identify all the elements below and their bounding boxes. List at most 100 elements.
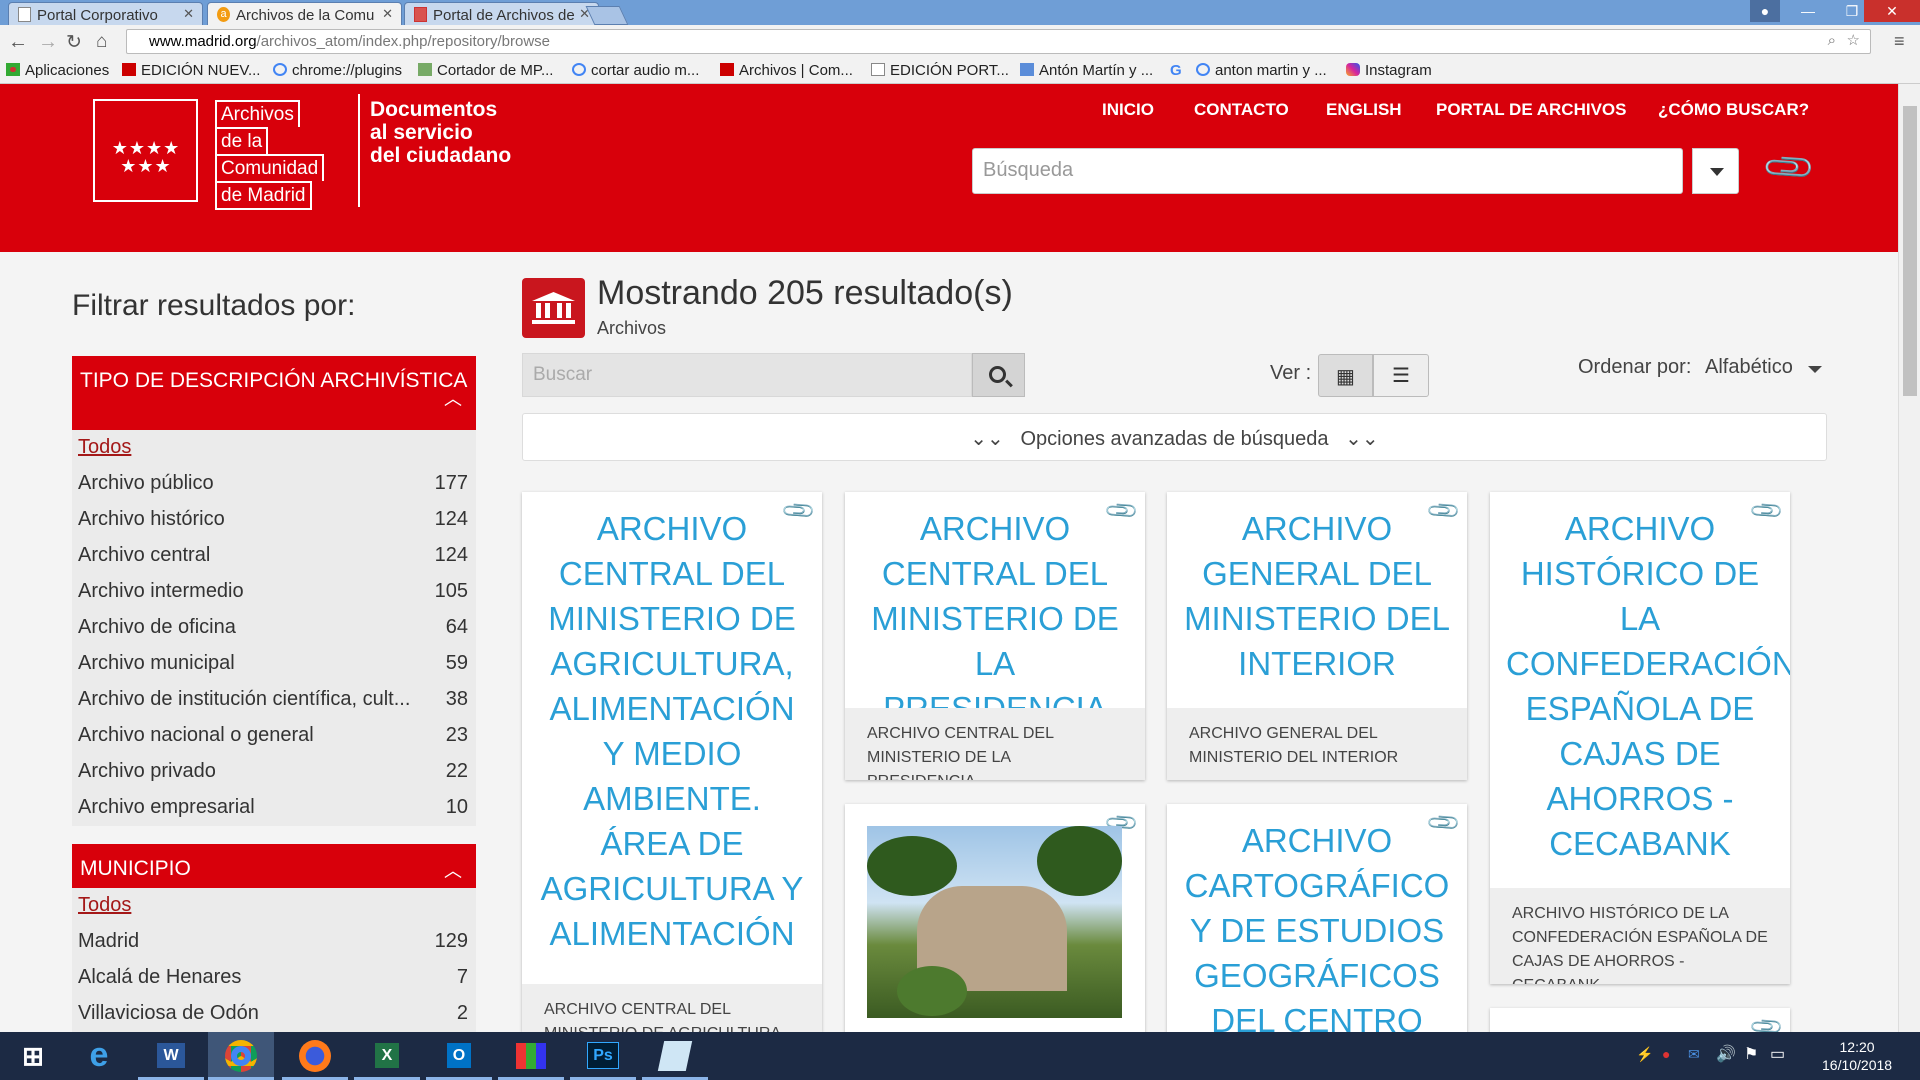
facet-heading[interactable]: TIPO DE DESCRIPCIÓN ARCHIVÍSTICA ︿ [72,356,476,430]
facet-item[interactable]: Archivo público 177 [72,466,476,502]
network-icon[interactable]: ⚡ [1636,1046,1653,1063]
zoom-icon[interactable]: ⌕ [1828,32,1836,49]
scissors-icon [418,63,432,76]
facet-item[interactable]: Archivo intermedio 105 [72,574,476,610]
security-icon[interactable]: ● [1662,1046,1670,1062]
card-title[interactable]: ARCHIVO HISTÓRICO DE LA CONFEDERACIÓN ES… [1490,492,1790,866]
star-icon[interactable]: ☆ [1847,31,1860,49]
card-title[interactable]: ARCHIVO CARTOGRÁFICO Y DE ESTUDIOS GEOGR… [1167,804,1467,1032]
facet-item[interactable]: Alcalá de Henares 7 [72,960,476,996]
flag-icon[interactable]: ⚑ [1744,1044,1758,1064]
nav-como-buscar[interactable]: ¿CÓMO BUSCAR? [1658,100,1809,120]
red-favicon-icon [720,63,734,76]
close-icon[interactable]: ✕ [382,6,393,22]
internet-explorer-icon[interactable]: e [66,1032,132,1080]
repository-card[interactable]: 📎 ARCHIVO CARTOGRÁFICO Y DE ESTUDIOS GEO… [1167,804,1467,1032]
bookmark-chrome-plugins[interactable]: chrome://plugins [273,62,402,79]
archivos-logo[interactable]: Archivos de la Comunidad de Madrid [215,100,334,210]
scrollbar-thumb[interactable] [1903,106,1917,396]
google-bookmark-icon[interactable]: G [1170,62,1182,79]
url-input[interactable]: www.madrid.org/archivos_atom/index.php/r… [126,29,1871,54]
photoshop-icon[interactable]: Ps [570,1032,636,1080]
facet-all-link[interactable]: Todos [72,430,476,466]
system-clock[interactable]: 12:20 16/10/2018 [1822,1038,1892,1074]
logo-line: Archivos [215,100,300,127]
header-search-input[interactable]: Búsqueda [972,148,1683,194]
outlook-icon[interactable]: O [426,1032,492,1080]
facet-heading[interactable]: MUNICIPIO ︿ [72,844,476,888]
excel-icon[interactable]: X [354,1032,420,1080]
browse-search-input[interactable]: Buscar [522,353,972,397]
sort-dropdown[interactable]: Alfabético [1705,356,1793,379]
minimize-button[interactable]: — [1786,0,1830,22]
page-scrollbar[interactable] [1898,84,1920,1032]
bookmark-favicon-icon [1020,63,1034,76]
repository-card[interactable]: 📎 ARCHIVO GENERAL DEL MINISTERIO DEL INT… [1167,492,1467,780]
bookmark-cortar-audio[interactable]: cortar audio m... [572,62,699,79]
repository-card[interactable]: 📎 ARCHIVO HISTÓRICO DE LA CONFEDERACIÓN … [1490,492,1790,984]
comunidad-madrid-logo[interactable]: ★★★★ ★★★ [93,99,198,202]
facet-item[interactable]: Villaviciosa de Odón 2 [72,996,476,1032]
home-icon[interactable]: ⌂ [96,31,107,53]
app-blocks-icon[interactable] [498,1032,564,1080]
windows-start-icon[interactable]: ⊞ [0,1032,66,1080]
nav-contacto[interactable]: CONTACTO [1194,100,1289,120]
facet-item[interactable]: Madrid 129 [72,924,476,960]
tab-portal-corporativo[interactable]: Portal Corporativo ✕ [8,2,203,25]
card-title[interactable]: ARCHIVO CENTRAL DEL MINISTERIO DE AGRICU… [522,492,822,956]
facet-item[interactable]: Archivo nacional o general 23 [72,718,476,754]
nav-english[interactable]: ENGLISH [1326,100,1402,120]
facet-item[interactable]: Archivo central 124 [72,538,476,574]
card-title[interactable]: ARCHIVO GENERAL DEL MINISTERIO DEL INTER… [1167,492,1467,686]
bookmark-anton-martin-1[interactable]: Antón Martín y ... [1020,62,1153,79]
facet-item[interactable]: Archivo de oficina 64 [72,610,476,646]
close-window-button[interactable]: ✕ [1864,0,1920,22]
paperclip-icon[interactable]: 📎 [1747,1008,1785,1032]
paperclip-icon[interactable]: 📎 [1760,139,1818,197]
facet-all-link[interactable]: Todos [72,888,476,924]
search-dropdown-button[interactable] [1692,148,1739,194]
outlook-tray-icon[interactable]: ✉ [1688,1046,1700,1063]
repository-card[interactable]: 📎 ARCHIVO CENTRAL DEL MINISTERIO DE LA P… [845,492,1145,780]
repository-card[interactable]: 📎 ARCHIVO CENTRAL DEL MINISTERIO DE AGRI… [522,492,822,1032]
advanced-search-toggle[interactable]: ⌄⌄ Opciones avanzadas de búsqueda ⌄⌄ [522,413,1827,461]
volume-icon[interactable]: 🔊 [1716,1044,1736,1064]
bookmark-edicion-nueva[interactable]: EDICIÓN NUEV... [122,62,260,79]
search-button[interactable] [972,353,1025,397]
menu-icon[interactable]: ≡ [1894,31,1905,52]
nav-inicio[interactable]: INICIO [1102,100,1154,120]
nav-portal-archivos[interactable]: PORTAL DE ARCHIVOS [1436,100,1626,120]
forward-icon[interactable]: → [38,31,58,54]
repository-card[interactable]: 📎 [1490,1008,1790,1032]
caret-down-icon[interactable] [1808,366,1822,373]
card-view-button[interactable]: ▦ [1318,354,1373,397]
chevron-up-icon: ︿ [444,861,462,881]
facet-item[interactable]: Archivo de institución científica, cult.… [72,682,476,718]
facet-item[interactable]: Archivo privado 22 [72,754,476,790]
facet-item[interactable]: Archivo municipal 59 [72,646,476,682]
user-icon[interactable]: ● [1750,0,1780,22]
card-title[interactable]: ARCHIVO CENTRAL DEL MINISTERIO DE LA PRE… [845,492,1145,731]
bookmark-apps[interactable]: Aplicaciones [6,62,109,79]
table-view-button[interactable]: ☰ [1373,354,1429,397]
bookmark-cortador[interactable]: Cortador de MP... [418,62,553,79]
bookmark-archivos-com[interactable]: Archivos | Com... [720,62,853,79]
castle-photo[interactable] [867,826,1122,1018]
display-icon[interactable]: ▭ [1770,1044,1785,1064]
bookmark-edicion-portal[interactable]: EDICIÓN PORT... [871,62,1009,79]
firefox-icon[interactable] [282,1032,348,1080]
bookmark-instagram[interactable]: Instagram [1346,62,1432,79]
facet-item[interactable]: Archivo empresarial 10 [72,790,476,826]
close-icon[interactable]: ✕ [183,6,194,22]
notepad-icon[interactable] [642,1032,708,1080]
reload-icon[interactable]: ↻ [66,31,82,54]
bookmark-anton-martin-2[interactable]: anton martin y ... [1196,62,1327,79]
word-icon[interactable]: W [138,1032,204,1080]
chrome-icon[interactable] [208,1032,274,1080]
facet-item[interactable]: Archivo histórico 124 [72,502,476,538]
repository-card-image[interactable]: 📎 [845,804,1145,1032]
back-icon[interactable]: ← [8,31,28,54]
tab-archivos-comunidad[interactable]: a Archivos de la Comu ✕ [207,2,402,25]
apps-grid-icon [6,63,20,76]
tab-portal-archivos[interactable]: Portal de Archivos de ✕ [404,2,599,25]
